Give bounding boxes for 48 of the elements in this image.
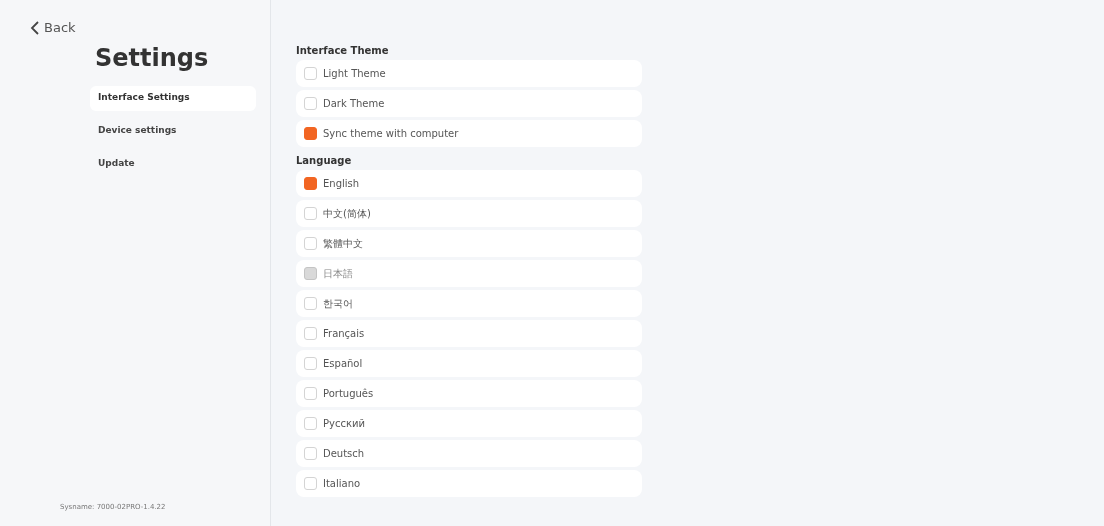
- option-row[interactable]: English: [296, 170, 642, 197]
- sidebar-item[interactable]: Interface Settings: [90, 85, 256, 111]
- checkbox[interactable]: [304, 327, 317, 340]
- option-row[interactable]: 한국어: [296, 290, 642, 317]
- option-label: 繁體中文: [323, 237, 363, 251]
- page-title: Settings: [95, 42, 210, 74]
- option-label: 한국어: [323, 297, 353, 311]
- option-row[interactable]: 繁體中文: [296, 230, 642, 257]
- option-label: Dark Theme: [323, 97, 385, 111]
- option-row[interactable]: Русский: [296, 410, 642, 437]
- option-label: 中文(简体): [323, 207, 371, 221]
- option-label: Italiano: [323, 477, 361, 491]
- checkbox[interactable]: [304, 297, 317, 310]
- option-label: Deutsch: [323, 447, 365, 461]
- option-label: Русский: [323, 417, 365, 431]
- chevron-left-icon: [30, 20, 40, 35]
- back-button[interactable]: Back: [30, 18, 76, 38]
- checkbox[interactable]: [304, 177, 317, 190]
- option-label: Light Theme: [323, 67, 386, 81]
- checkbox[interactable]: [304, 237, 317, 250]
- checkbox[interactable]: [304, 127, 317, 140]
- checkbox[interactable]: [304, 67, 317, 80]
- option-row[interactable]: Português: [296, 380, 642, 407]
- option-label: 日本語: [323, 267, 353, 281]
- sidebar-item[interactable]: Device settings: [90, 118, 256, 144]
- option-row[interactable]: 中文(简体): [296, 200, 642, 227]
- checkbox[interactable]: [304, 447, 317, 460]
- option-row[interactable]: Sync theme with computer: [296, 120, 642, 147]
- option-label: Português: [323, 387, 374, 401]
- option-label: English: [323, 177, 360, 191]
- option-row[interactable]: Deutsch: [296, 440, 642, 467]
- checkbox[interactable]: [304, 97, 317, 110]
- checkbox[interactable]: [304, 477, 317, 490]
- section-heading: Interface Theme: [296, 43, 390, 58]
- checkbox[interactable]: [304, 417, 317, 430]
- option-label: Sync theme with computer: [323, 127, 459, 141]
- option-label: Français: [323, 327, 365, 341]
- checkbox[interactable]: [304, 357, 317, 370]
- sidebar-item[interactable]: Update: [90, 151, 256, 177]
- checkbox[interactable]: [304, 207, 317, 220]
- option-label: Español: [323, 357, 363, 371]
- option-row[interactable]: Light Theme: [296, 60, 642, 87]
- option-row[interactable]: Dark Theme: [296, 90, 642, 117]
- option-row[interactable]: Español: [296, 350, 642, 377]
- checkbox[interactable]: [304, 387, 317, 400]
- section-heading: Language: [296, 153, 353, 168]
- option-row[interactable]: Français: [296, 320, 642, 347]
- option-row[interactable]: Italiano: [296, 470, 642, 497]
